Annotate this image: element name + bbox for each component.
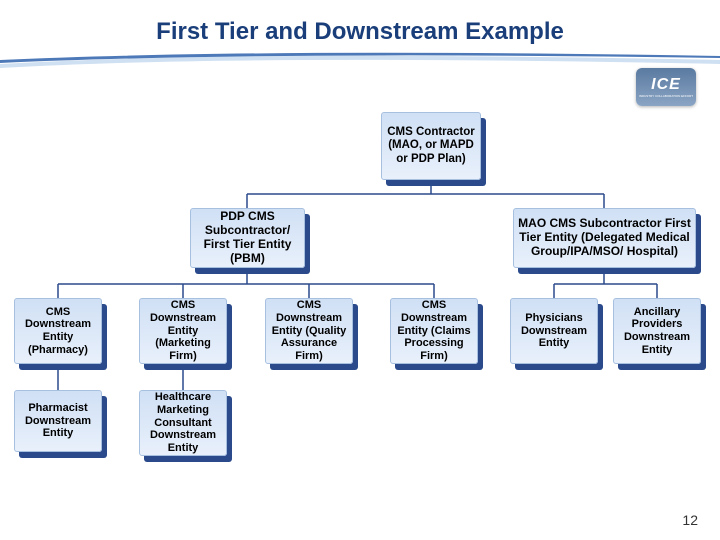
- node-tier1-mao: MAO CMS Subcontractor First Tier Entity …: [513, 208, 696, 268]
- logo-subtext: INDUSTRY COLLABORATION EFFORT: [639, 94, 693, 98]
- slide-number: 12: [682, 512, 698, 528]
- node-t2-ancillary: Ancillary Providers Downstream Entity: [613, 298, 701, 364]
- org-chart: CMS Contractor (MAO, or MAPD or PDP Plan…: [0, 108, 720, 508]
- node-root: CMS Contractor (MAO, or MAPD or PDP Plan…: [381, 112, 481, 180]
- connector-lines: [0, 108, 720, 508]
- node-t2-qa: CMS Downstream Entity (Quality Assurance…: [265, 298, 353, 364]
- node-t3-marketing-consultant: Healthcare Marketing Consultant Downstre…: [139, 390, 227, 456]
- node-t3-pharmacist: Pharmacist Downstream Entity: [14, 390, 102, 452]
- node-t2-physicians: Physicians Downstream Entity: [510, 298, 598, 364]
- decorative-swoosh: [0, 48, 720, 70]
- node-t2-marketing: CMS Downstream Entity (Marketing Firm): [139, 298, 227, 364]
- page-title: First Tier and Downstream Example: [0, 0, 720, 52]
- node-t2-claims: CMS Downstream Entity (Claims Processing…: [390, 298, 478, 364]
- node-t2-pharmacy: CMS Downstream Entity (Pharmacy): [14, 298, 102, 364]
- logo-badge: ICE INDUSTRY COLLABORATION EFFORT: [636, 68, 696, 106]
- logo-text: ICE: [651, 76, 681, 94]
- node-tier1-pdp: PDP CMS Subcontractor/ First Tier Entity…: [190, 208, 305, 268]
